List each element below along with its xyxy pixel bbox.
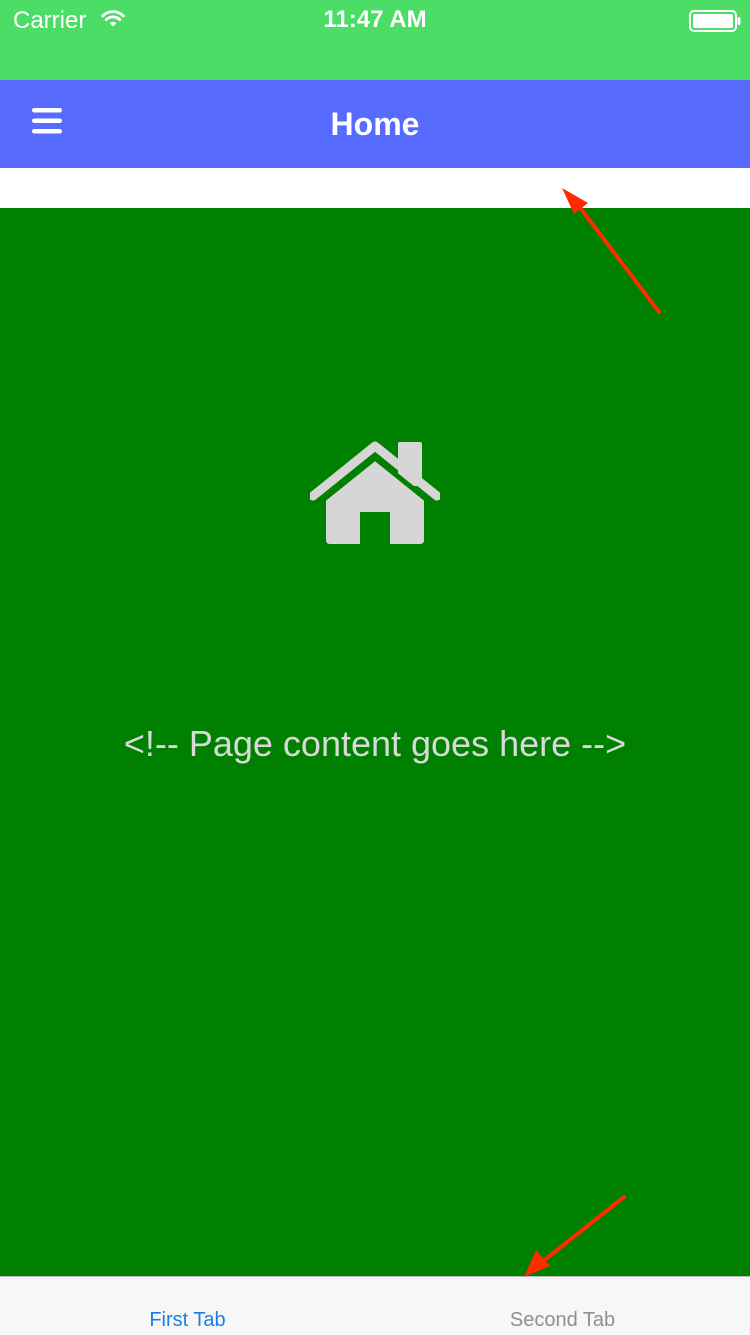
- navigation-bar: Home: [0, 80, 750, 168]
- white-gap-strip: [0, 168, 750, 208]
- page-title: Home: [330, 106, 420, 142]
- clock-time: 11:47 AM: [323, 6, 427, 33]
- tab-bar: First Tab Second Tab: [0, 1276, 750, 1334]
- tab-second[interactable]: Second Tab: [375, 1277, 750, 1335]
- page-content: <!-- Page content goes here -->: [0, 208, 750, 1276]
- tab-second-label: Second Tab: [509, 1309, 616, 1331]
- status-bar: Carrier 11:47 AM: [0, 0, 750, 80]
- page-content-placeholder: <!-- Page content goes here -->: [123, 723, 627, 764]
- home-icon: [310, 441, 440, 544]
- tab-first[interactable]: First Tab: [0, 1277, 375, 1335]
- tab-first-label: First Tab: [149, 1309, 226, 1331]
- battery-icon: [689, 10, 741, 32]
